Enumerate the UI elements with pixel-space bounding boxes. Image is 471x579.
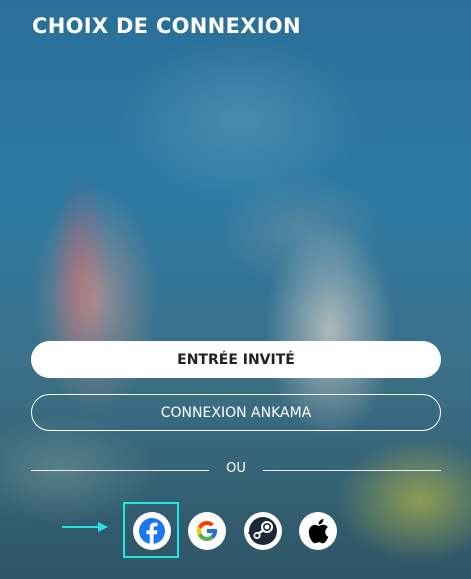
- divider-line-right: [263, 470, 441, 471]
- steam-login-button[interactable]: [244, 512, 282, 550]
- or-label: OU: [226, 461, 246, 476]
- background-art: [0, 0, 471, 579]
- page-title: CHOIX DE CONNEXION: [32, 14, 301, 38]
- facebook-icon: [139, 518, 165, 544]
- ankama-login-button[interactable]: CONNEXION ANKAMA: [31, 394, 441, 431]
- steam-icon: [248, 517, 277, 545]
- login-screen: CHOIX DE CONNEXION ENTRÉE INVITÉ CONNEXI…: [0, 0, 471, 579]
- google-icon: [197, 521, 217, 541]
- pointer-arrow-icon: [62, 522, 108, 532]
- guest-entry-button[interactable]: ENTRÉE INVITÉ: [31, 341, 441, 378]
- apple-icon: [308, 519, 329, 544]
- apple-login-button[interactable]: [299, 512, 337, 550]
- or-divider: OU: [31, 461, 441, 476]
- facebook-login-button[interactable]: [133, 512, 171, 550]
- google-login-button[interactable]: [188, 512, 226, 550]
